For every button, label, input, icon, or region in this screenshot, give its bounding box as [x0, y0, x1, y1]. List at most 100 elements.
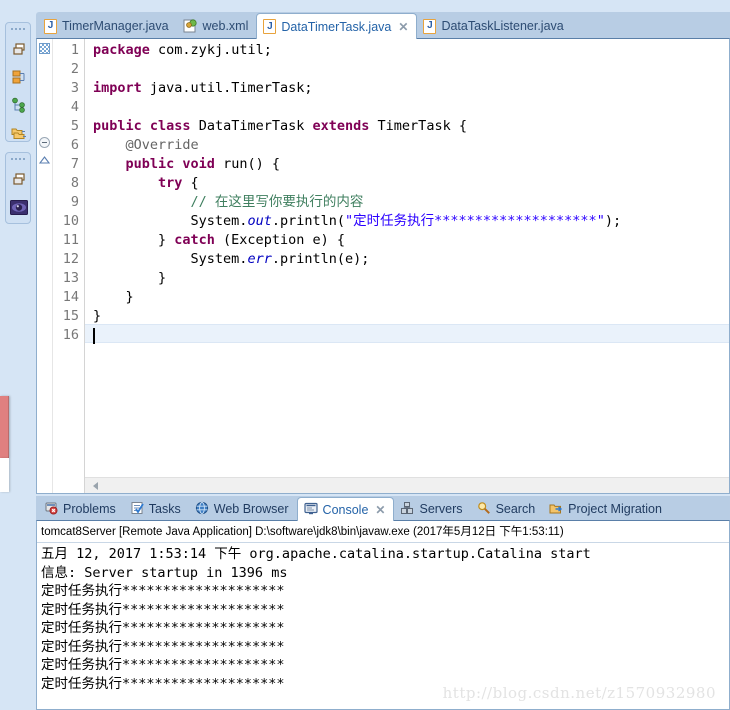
type-hierarchy-icon[interactable]	[6, 91, 32, 119]
console-line: 定时任务执行********************	[41, 601, 285, 618]
restore-icon[interactable]	[6, 35, 32, 63]
line-number: 13	[62, 270, 79, 286]
line-number: 7	[70, 156, 79, 172]
line-number: 3	[70, 80, 79, 96]
console-icon	[303, 502, 318, 518]
annotation-ruler[interactable]	[37, 39, 53, 493]
code-line-13: }	[93, 270, 167, 286]
editor-tab-webxml[interactable]: web.xml	[177, 14, 257, 38]
class-name: DataTimerTask	[198, 118, 305, 134]
console-line: 定时任务执行********************	[41, 657, 285, 673]
code-line-11: } catch (Exception e) {	[93, 232, 345, 248]
console-line: 信息: Server startup in 1396 ms	[41, 564, 288, 581]
line-number: 2	[70, 61, 79, 77]
line-number-column: 1 2 3 4 5 6 7 8 9 10 11 12 13 14 15 16	[53, 41, 85, 345]
import-name: java.util.TimerTask	[149, 80, 305, 96]
code-line-8: try {	[158, 175, 199, 191]
editor-tab-label: DataTaskListener.java	[441, 19, 564, 33]
line-number: 4	[70, 99, 79, 115]
problems-icon	[44, 501, 58, 518]
editor-tab-label: TimerManager.java	[62, 19, 169, 33]
override-marker-icon	[38, 155, 51, 169]
code-line-5: public class DataTimerTask extends Timer…	[93, 118, 467, 134]
console-line: 定时任务执行********************	[41, 638, 285, 655]
code-line-9: // 在这里写你要执行的内容	[85, 193, 729, 212]
code-text-area[interactable]: package com.zykj.util; import java.util.…	[85, 39, 729, 477]
editor-side-marker-white	[0, 458, 9, 492]
line-number: 9	[70, 194, 79, 210]
occurrence-marker	[39, 43, 50, 54]
tab-tasks[interactable]: Tasks	[124, 498, 189, 520]
bottom-tab-label: Web Browser	[213, 502, 289, 516]
string-literal: 定时任务执行********************	[353, 213, 597, 229]
java-file-icon: J	[423, 18, 437, 34]
editor-tab-label: DataTimerTask.java	[281, 19, 392, 34]
bottom-tab-label: Tasks	[148, 502, 181, 516]
outline-view-icon[interactable]	[6, 193, 32, 221]
code-editor[interactable]: 1 2 3 4 5 6 7 8 9 10 11 12 13 14 15 16 p…	[36, 38, 730, 494]
line-number: 15	[62, 308, 79, 324]
line-number: 1	[70, 42, 79, 58]
line-number: 6	[70, 137, 79, 153]
text-caret	[93, 328, 95, 344]
code-line-12: System.err.println(e);	[93, 251, 370, 267]
console-output[interactable]: 五月 12, 2017 1:53:14 下午 org.apache.catali…	[37, 543, 729, 695]
console-line: 定时任务执行********************	[41, 583, 285, 599]
editor-tab-timermanager[interactable]: J TimerManager.java	[38, 14, 177, 38]
code-line-6: @Override	[85, 136, 729, 155]
super-class-name: TimerTask	[377, 118, 451, 134]
servers-icon	[400, 501, 414, 518]
line-number: 8	[70, 175, 79, 191]
close-icon[interactable]: ✕	[375, 503, 385, 517]
tab-search[interactable]: Search	[471, 498, 544, 520]
tab-web-browser[interactable]: Web Browser	[189, 498, 297, 520]
bottom-tab-label: Problems	[63, 502, 116, 516]
fold-collapse-icon[interactable]	[39, 137, 50, 148]
override-annotation: @Override	[125, 137, 199, 153]
code-line-7: public void run() {	[125, 156, 280, 172]
editor-tab-label: web.xml	[202, 19, 249, 33]
bottom-tab-label: Console	[322, 502, 369, 517]
fast-view-bar	[0, 0, 34, 710]
tab-console[interactable]: Console ✕	[296, 497, 395, 521]
web-browser-icon	[195, 501, 209, 518]
restore-icon[interactable]	[6, 165, 32, 193]
editor-tab-datatimertask[interactable]: J DataTimerTask.java ✕	[256, 13, 418, 39]
scroll-left-arrow-icon[interactable]	[93, 482, 98, 490]
editor-gutter[interactable]: 1 2 3 4 5 6 7 8 9 10 11 12 13 14 15 16	[37, 39, 85, 493]
line-number: 5	[70, 118, 79, 134]
editor-horizontal-scrollbar[interactable]	[85, 477, 729, 493]
fast-view-stack-top	[5, 22, 31, 142]
tab-servers[interactable]: Servers	[394, 498, 470, 520]
code-line-10: System.out.println("定时任务执行**************…	[93, 213, 622, 229]
fast-view-grip[interactable]	[6, 153, 30, 165]
bottom-view-panel: Problems Tasks Web Browser Console ✕ Ser…	[36, 496, 730, 710]
editor-tab-datatasklistener[interactable]: J DataTaskListener.java	[417, 14, 571, 38]
code-line-16	[85, 326, 729, 345]
code-line-1: package com.zykj.util;	[93, 42, 272, 58]
console-process-label: tomcat8Server [Remote Java Application] …	[37, 521, 729, 543]
fast-view-grip[interactable]	[6, 23, 30, 35]
console-view[interactable]: tomcat8Server [Remote Java Application] …	[36, 520, 730, 710]
tab-project-migration[interactable]: Project Migration	[543, 498, 670, 520]
line-number: 12	[62, 251, 79, 267]
package-name: com.zykj.util	[158, 42, 264, 58]
fast-view-stack-bottom	[5, 152, 31, 224]
bottom-tab-label: Project Migration	[568, 502, 662, 516]
search-icon	[477, 501, 491, 518]
line-number: 16	[62, 327, 79, 343]
java-file-icon: J	[263, 19, 277, 34]
close-icon[interactable]: ✕	[398, 20, 408, 34]
tasks-icon	[130, 501, 144, 518]
package-explorer-icon[interactable]	[6, 63, 32, 91]
java-file-icon: J	[44, 18, 57, 34]
project-explorer-icon[interactable]	[6, 119, 32, 147]
line-number: 11	[62, 232, 79, 248]
editor-tab-bar: J TimerManager.java web.xml J DataTimerT…	[36, 12, 730, 39]
tab-problems[interactable]: Problems	[38, 498, 124, 520]
inline-comment: // 在这里写你要执行的内容	[190, 194, 364, 210]
console-line: 定时任务执行********************	[41, 620, 285, 636]
watermark: http://blog.csdn.net/z1570932980	[442, 684, 716, 702]
